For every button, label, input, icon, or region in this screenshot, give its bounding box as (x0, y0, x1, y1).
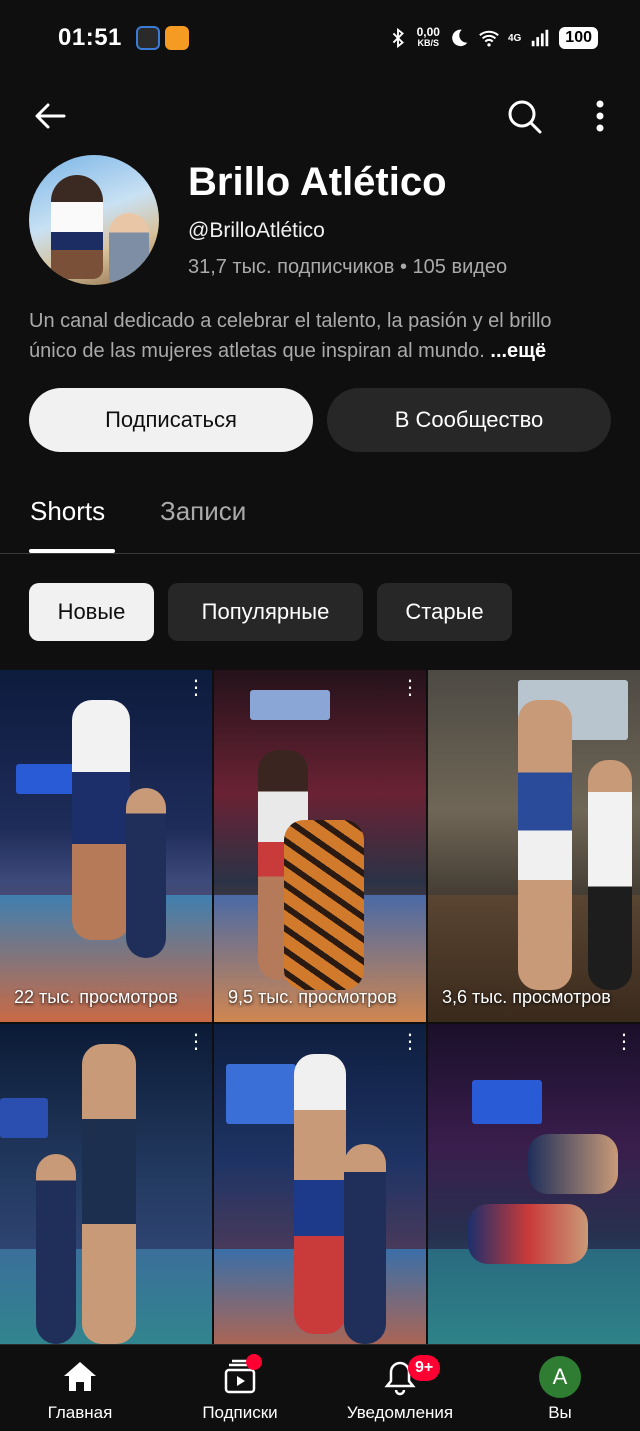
tab-shorts[interactable]: Shorts (30, 496, 105, 527)
status-icons: 0,00 KB/S 4G 100 (387, 22, 598, 54)
community-button[interactable]: В Сообщество (327, 388, 611, 452)
subscriptions-badge-dot (246, 1354, 262, 1370)
bluetooth-icon (392, 27, 404, 49)
net-speed: 0,00 KB/S (416, 25, 440, 48)
athlete-figure (468, 1204, 588, 1264)
avatar-figure-2 (109, 213, 149, 283)
arrow-left-icon[interactable] (30, 96, 70, 136)
short-menu-icon[interactable]: ⋮ (186, 1032, 206, 1062)
athlete-figure (294, 1054, 346, 1334)
arena-screen (472, 1080, 542, 1124)
status-time: 01:51 (58, 24, 122, 51)
athlete-figure (82, 1044, 136, 1344)
short-menu-icon[interactable]: ⋮ (186, 678, 206, 708)
short-views: 3,6 тыс. просмотров (442, 987, 611, 1007)
bottom-navigation: Главная Подписки Уведомления 9+ Вы A (0, 1344, 640, 1431)
tiger-mascot-figure (284, 820, 364, 990)
nav-home-label: Главная (47, 1403, 113, 1422)
arena-screen (250, 690, 330, 720)
channel-avatar[interactable] (29, 155, 159, 285)
active-tab-indicator (29, 549, 115, 553)
filter-chip-popular[interactable]: Популярные (168, 583, 363, 641)
short-views: 9,5 тыс. просмотров (228, 987, 397, 1007)
short-thumbnail[interactable]: ⋮ 22 тыс. просмотров (0, 670, 212, 1022)
coach-figure (344, 1144, 386, 1344)
coach-figure (36, 1154, 76, 1344)
short-menu-icon[interactable]: ⋮ (400, 678, 420, 708)
channel-stats: 31,7 тыс. подписчиков • 105 видео (188, 256, 508, 278)
channel-handle: @BrilloAtlético (188, 219, 325, 242)
home-icon (64, 1362, 96, 1391)
nav-home[interactable]: Главная (0, 1345, 160, 1431)
nav-subscriptions[interactable]: Подписки (160, 1345, 320, 1431)
filter-chip-old[interactable]: Старые (377, 583, 512, 641)
athlete-figure (518, 700, 572, 990)
arena-screen (226, 1064, 296, 1124)
nav-notifications-label: Уведомления (346, 1403, 454, 1422)
coach-figure (528, 1134, 618, 1194)
arena-banner (16, 764, 76, 794)
short-views: 22 тыс. просмотров (14, 987, 178, 1007)
subscribe-button[interactable]: Подписаться (29, 388, 313, 452)
filter-chip-new[interactable]: Новые (29, 583, 154, 641)
coach-figure (126, 788, 166, 958)
app-notification-icon (136, 26, 160, 50)
short-menu-icon[interactable]: ⋮ (400, 1032, 420, 1062)
short-thumbnail[interactable]: ⋮ (428, 1024, 640, 1350)
network-type: 4G (507, 32, 522, 44)
athlete-figure (72, 700, 130, 940)
channel-name: Brillo Atlético (188, 160, 447, 204)
search-icon[interactable] (504, 96, 544, 136)
status-bar: 01:51 0,00 KB/S 4G 100 (0, 0, 640, 78)
avatar-figure (51, 175, 103, 279)
short-thumbnail[interactable]: ⋮ 9,5 тыс. просмотров (214, 670, 426, 1022)
signal-icon (532, 29, 549, 47)
short-thumbnail[interactable]: ⋮ (214, 1024, 426, 1350)
short-thumbnail[interactable]: ⋮ (0, 1024, 212, 1350)
description-text: Un canal dedicado a celebrar el talento,… (29, 310, 552, 362)
short-menu-icon[interactable]: ⋮ (614, 1032, 634, 1062)
shorts-grid: ⋮ 22 тыс. просмотров ⋮ 9,5 тыс. просмотр… (0, 670, 640, 1350)
wifi-icon (479, 30, 499, 47)
presenter-figure (588, 760, 632, 990)
short-thumbnail[interactable]: 3,6 тыс. просмотров (428, 670, 640, 1022)
moon-icon (452, 29, 468, 47)
court-floor (428, 1249, 640, 1350)
app-bar (0, 88, 640, 144)
description-more-link[interactable]: ...ещё (490, 340, 546, 362)
more-vertical-icon[interactable] (582, 96, 618, 136)
user-avatar[interactable]: A (539, 1356, 581, 1398)
nav-notifications[interactable]: Уведомления (320, 1345, 480, 1431)
battery-indicator: 100 (559, 27, 598, 49)
tab-posts[interactable]: Записи (160, 496, 246, 527)
notifications-badge: 9+ (408, 1355, 441, 1381)
channel-description[interactable]: Un canal dedicado a celebrar el talento,… (29, 306, 599, 366)
nav-subscriptions-label: Подписки (202, 1403, 278, 1422)
app-notification-icon-2 (165, 26, 189, 50)
nav-you-label: Вы (548, 1403, 572, 1422)
arena-banner (0, 1098, 48, 1138)
channel-tabs: Shorts Записи (0, 478, 640, 554)
